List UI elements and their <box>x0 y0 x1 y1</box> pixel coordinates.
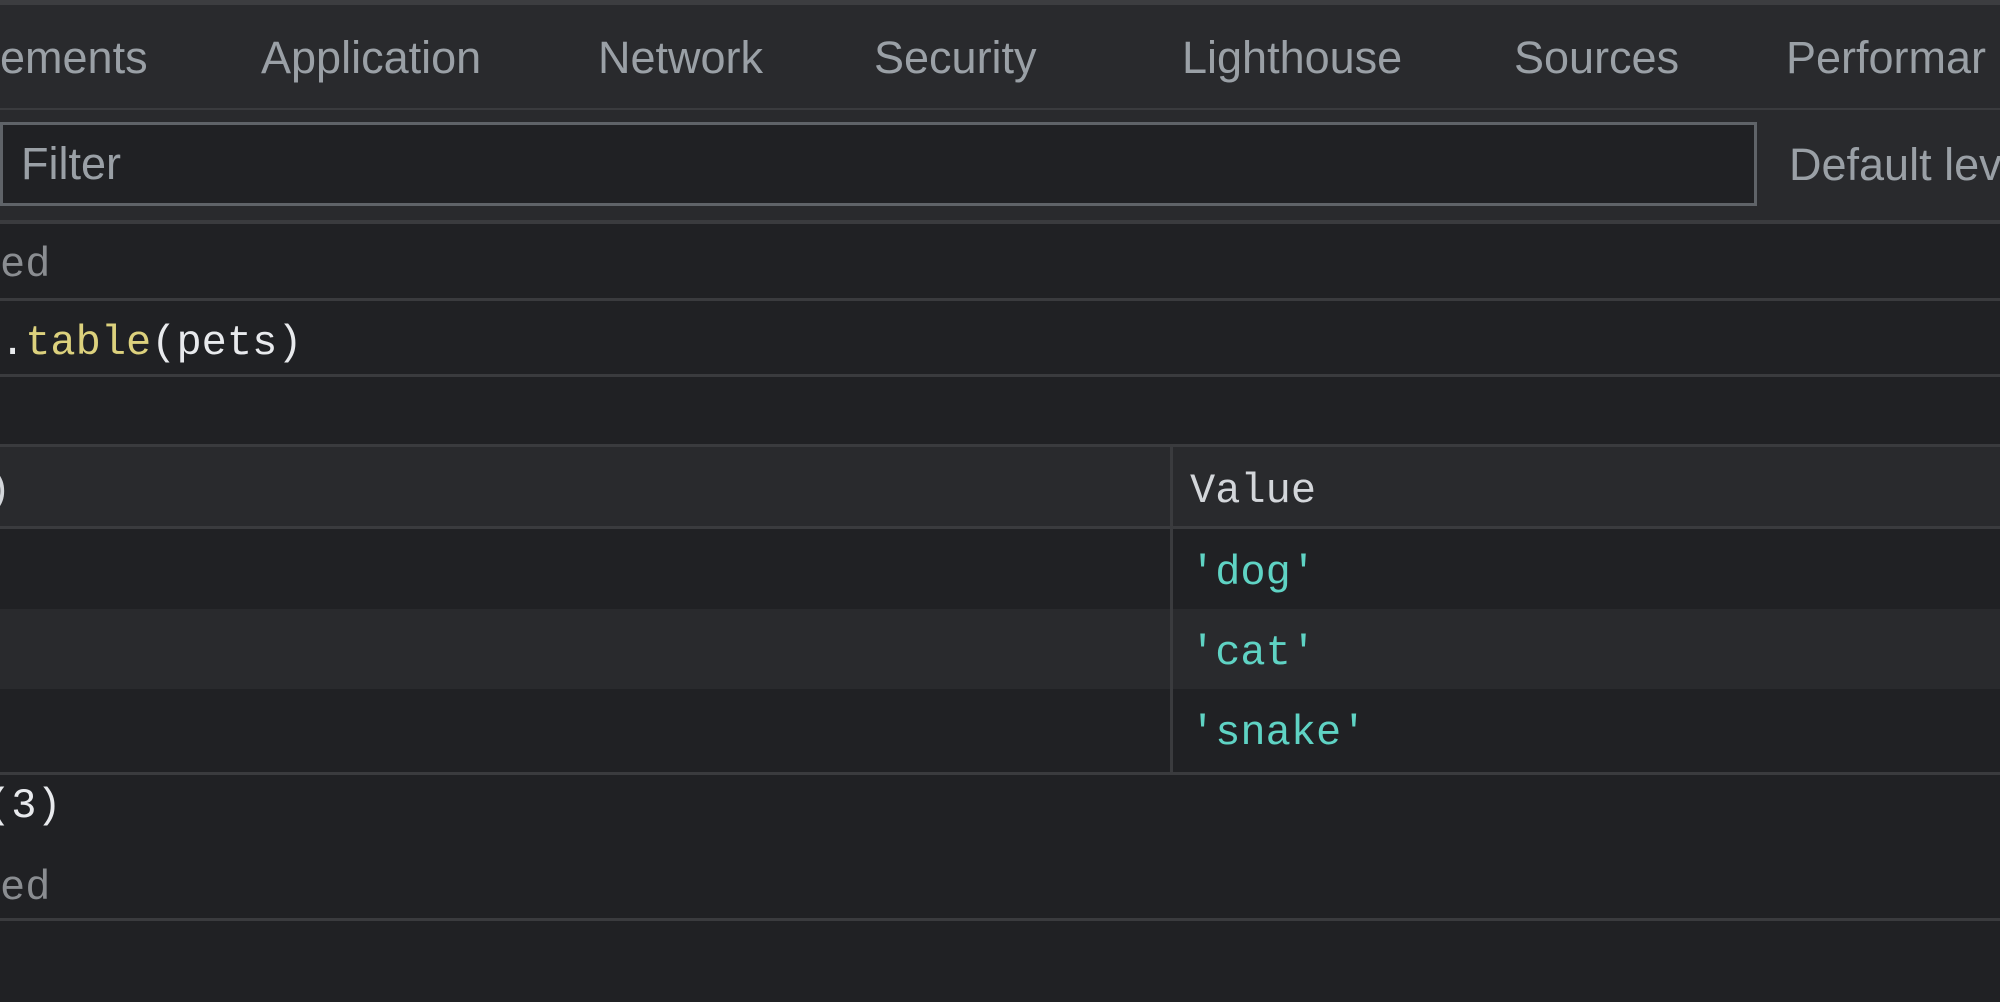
console-filter-input[interactable] <box>0 122 1757 206</box>
console-output: ed .table(pets) ) Value 'dog' 'cat' 'sna… <box>0 224 2000 1002</box>
table-cell-value: 'snake' <box>1190 709 1367 757</box>
tab-lighthouse[interactable]: Lighthouse <box>1182 31 1402 85</box>
table-header-row: ) Value <box>0 447 2000 529</box>
tab-performance[interactable]: Performar <box>1786 31 1986 85</box>
command-method: table <box>25 319 152 367</box>
console-message: ed <box>0 847 2000 921</box>
undefined-result: ed <box>0 864 51 912</box>
column-divider[interactable] <box>1170 447 1173 772</box>
console-table: ) Value 'dog' 'cat' 'snake' <box>0 444 2000 775</box>
command-text: .table(pets) <box>0 322 303 364</box>
console-message: ed <box>0 224 2000 301</box>
console-command: .table(pets) <box>0 301 2000 377</box>
log-levels-dropdown[interactable]: Default lev <box>1789 138 2000 192</box>
table-cell-value: 'cat' <box>1190 629 1317 677</box>
command-argument: pets <box>176 319 278 367</box>
table-cell-value: 'dog' <box>1190 549 1317 597</box>
array-summary[interactable]: (3) <box>0 782 62 830</box>
devtools-tab-bar: lements Application Network Security Lig… <box>0 0 2000 110</box>
table-row: 'cat' <box>0 609 2000 689</box>
tab-sources[interactable]: Sources <box>1514 31 1679 85</box>
tab-application[interactable]: Application <box>261 31 481 85</box>
table-row: 'snake' <box>0 689 2000 772</box>
table-row: 'dog' <box>0 529 2000 609</box>
value-column-header[interactable]: Value <box>1190 467 1316 515</box>
index-column-header[interactable]: ) <box>0 467 11 515</box>
tab-security[interactable]: Security <box>874 31 1037 85</box>
command-open-paren: ( <box>151 319 177 367</box>
command-close-paren: ) <box>277 319 303 367</box>
devtools-panel: lements Application Network Security Lig… <box>0 0 2000 1002</box>
tab-network[interactable]: Network <box>598 31 763 85</box>
console-toolbar: Default lev <box>0 110 2000 224</box>
undefined-result: ed <box>0 241 51 289</box>
command-prefix: . <box>0 319 26 367</box>
tab-elements[interactable]: lements <box>0 31 148 85</box>
